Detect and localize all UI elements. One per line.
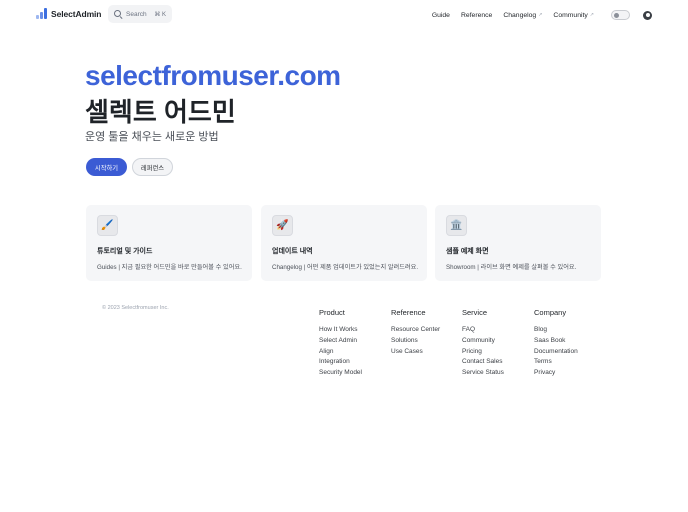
get-started-button[interactable]: 시작하기: [86, 158, 127, 176]
footer-link[interactable]: Saas Book: [534, 336, 578, 347]
card-title: 튜토리얼 및 가이드: [97, 248, 153, 255]
hero-title: selectfromuser.com: [85, 60, 341, 91]
copyright: © 2023 Selectfromuser Inc.: [102, 305, 169, 311]
footer-link[interactable]: FAQ: [462, 325, 504, 336]
card-title: 업데이트 내역: [272, 248, 313, 255]
footer-link[interactable]: Pricing: [462, 347, 504, 358]
card-description: Showroom | 라이브 화면 예제를 살펴볼 수 있어요.: [446, 264, 577, 271]
hero-description: 운영 툴을 채우는 새로운 방법: [85, 131, 219, 143]
reference-button[interactable]: 레퍼런스: [132, 158, 173, 176]
nav-changelog-label: Changelog: [503, 11, 537, 19]
search-shortcut: ⌘ K: [154, 11, 166, 18]
footer-link[interactable]: How It Works: [319, 325, 362, 336]
search-placeholder: Search: [126, 10, 147, 18]
main-nav: Guide Reference Changelog ↗ Community ↗: [432, 0, 688, 30]
footer-link[interactable]: Use Cases: [391, 347, 440, 358]
building-icon: 🏛️: [446, 215, 467, 236]
rocket-icon: 🚀: [272, 215, 293, 236]
footer-link[interactable]: Align: [319, 347, 362, 358]
nav-community[interactable]: Community ↗: [553, 12, 594, 19]
card-title: 샘플 예제 화면: [446, 248, 489, 255]
nav-guide[interactable]: Guide: [432, 12, 450, 19]
nav-reference[interactable]: Reference: [461, 12, 492, 19]
card-showroom[interactable]: 🏛️ 샘플 예제 화면 Showroom | 라이브 화면 예제를 살펴볼 수 …: [435, 205, 601, 281]
top-header: SelectAdmin Search ⌘ K Guide Reference C…: [0, 0, 688, 30]
card-guides[interactable]: 🖌️ 튜토리얼 및 가이드 Guides | 지금 필요한 어드민을 바로 만들…: [86, 205, 252, 281]
footer-column-title: Company: [534, 308, 567, 317]
brand-name: SelectAdmin: [51, 8, 102, 19]
footer-column-service: Service FAQ Community Pricing Contact Sa…: [462, 308, 504, 379]
footer-column-title: Reference: [391, 308, 426, 317]
nav-changelog[interactable]: Changelog ↗: [503, 12, 542, 19]
footer-link[interactable]: Resource Center: [391, 325, 440, 336]
nav-reference-label: Reference: [460, 11, 493, 19]
search-icon: [114, 10, 122, 18]
footer-column-company: Company Blog Saas Book Documentation Ter…: [534, 308, 578, 379]
nav-guide-label: Guide: [431, 11, 450, 19]
footer-link[interactable]: Terms: [534, 357, 578, 368]
card-description: Changelog | 어떤 제품 업데이트가 있었는지 알려드려요.: [272, 264, 419, 271]
toggle-knob-icon: [614, 13, 619, 18]
external-link-icon: ↗: [589, 12, 594, 18]
footer-link[interactable]: Community: [462, 336, 504, 347]
search-button[interactable]: Search ⌘ K: [108, 5, 172, 23]
footer-link[interactable]: Solutions: [391, 336, 440, 347]
footer-column-product: Product How It Works Select Admin Align …: [319, 308, 362, 379]
card-description: Guides | 지금 필요한 어드민을 바로 만들어볼 수 있어요.: [97, 264, 242, 271]
footer-column-title: Service: [462, 308, 488, 317]
footer-link[interactable]: Privacy: [534, 368, 578, 379]
external-link-icon: ↗: [538, 12, 543, 18]
brand-link[interactable]: SelectAdmin: [36, 8, 101, 19]
footer-link[interactable]: Blog: [534, 325, 578, 336]
footer-link[interactable]: Contact Sales: [462, 357, 504, 368]
hero-subtitle: 셀렉트 어드민: [85, 97, 236, 127]
footer-link[interactable]: Integration: [319, 357, 362, 368]
github-icon[interactable]: [643, 10, 652, 20]
footer-link[interactable]: Service Status: [462, 368, 504, 379]
nav-community-label: Community: [553, 11, 588, 19]
footer-column-title: Product: [319, 308, 345, 317]
card-changelog[interactable]: 🚀 업데이트 내역 Changelog | 어떤 제품 업데이트가 있었는지 알…: [261, 205, 427, 281]
footer-link[interactable]: Security Model: [319, 368, 362, 379]
bar-chart-logo-icon: [36, 8, 47, 19]
theme-toggle[interactable]: [611, 10, 630, 20]
footer-column-reference: Reference Resource Center Solutions Use …: [391, 308, 440, 357]
footer-link[interactable]: Documentation: [534, 347, 578, 358]
footer-link[interactable]: Select Admin: [319, 336, 362, 347]
brush-icon: 🖌️: [97, 215, 118, 236]
